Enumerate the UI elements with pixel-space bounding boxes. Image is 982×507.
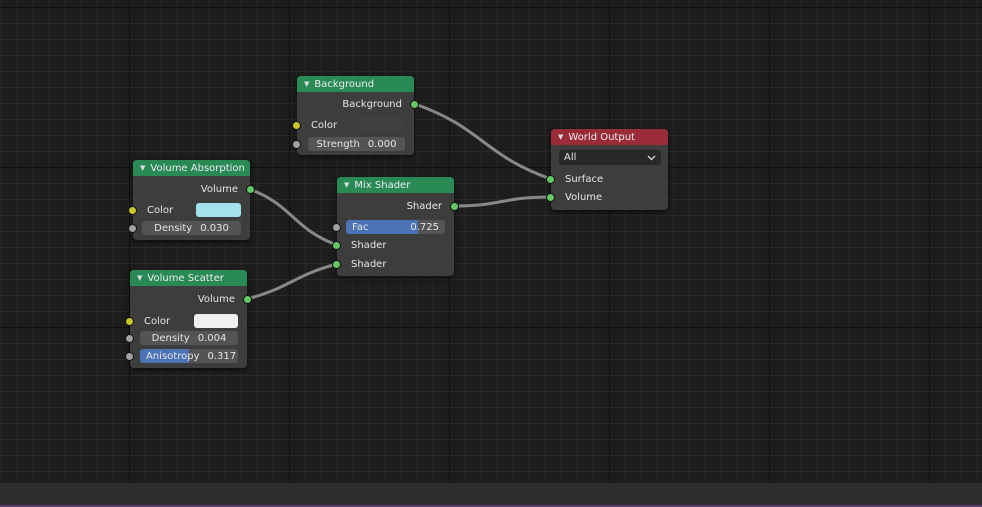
link-mix-to-volume: [453, 195, 552, 208]
input-socket[interactable]: [128, 206, 137, 215]
input-socket[interactable]: [332, 241, 341, 250]
color-swatch[interactable]: [194, 314, 238, 328]
triangle-down-icon[interactable]: ▼: [344, 181, 349, 189]
link-background-to-surface: [414, 102, 552, 181]
input-socket[interactable]: [292, 121, 301, 130]
input-row-strength: Strength 0.000: [292, 135, 414, 153]
output-socket[interactable]: [246, 185, 255, 194]
node-title: Volume Scatter: [147, 272, 224, 284]
dropdown-value: All: [564, 152, 577, 163]
socket-label: Shader: [406, 200, 442, 212]
field-label: Density: [151, 332, 190, 344]
color-swatch[interactable]: [359, 118, 404, 132]
input-socket[interactable]: [546, 175, 555, 184]
status-bar: [0, 483, 982, 507]
density-field[interactable]: Density 0.030: [142, 221, 241, 235]
node-volume-scatter[interactable]: ▼ Volume Scatter Volume Color Density 0.…: [125, 270, 252, 368]
node-header[interactable]: ▼ Volume Scatter: [130, 270, 247, 286]
node-title: World Output: [568, 131, 635, 143]
field-value: 0.725: [410, 221, 439, 233]
node-header[interactable]: ▼ Background: [297, 76, 414, 92]
socket-label: Volume: [565, 191, 603, 203]
field-value: 0.030: [200, 222, 229, 234]
socket-label: Shader: [351, 239, 387, 251]
socket-label: Volume: [200, 183, 238, 195]
density-field[interactable]: Density 0.004: [140, 331, 238, 345]
input-socket[interactable]: [125, 317, 134, 326]
input-row-volume: Volume: [546, 188, 668, 206]
input-row-density: Density 0.030: [128, 219, 250, 237]
input-row-shader-2: Shader: [332, 255, 454, 273]
field-label: Strength: [316, 138, 360, 150]
output-row: Background: [297, 95, 419, 113]
triangle-down-icon[interactable]: ▼: [137, 274, 142, 282]
socket-label: Color: [144, 315, 171, 327]
node-title: Background: [314, 78, 375, 90]
input-socket[interactable]: [125, 352, 134, 361]
input-socket[interactable]: [128, 224, 137, 233]
output-socket[interactable]: [410, 100, 419, 109]
node-header[interactable]: ▼ World Output: [551, 129, 668, 145]
input-row-anisotropy: Anisotropy 0.317: [125, 347, 247, 365]
node-links: [246, 102, 552, 301]
node-mix-shader[interactable]: ▼ Mix Shader Shader Fac 0.725 Shader Sha…: [332, 177, 459, 276]
triangle-down-icon[interactable]: ▼: [140, 164, 145, 172]
color-swatch[interactable]: [196, 203, 241, 217]
socket-label: Shader: [351, 258, 387, 270]
node-background[interactable]: ▼ Background Background Color Strength 0…: [292, 76, 419, 155]
output-row: Shader: [337, 197, 459, 215]
node-header[interactable]: ▼ Mix Shader: [337, 177, 454, 193]
field-label: Anisotropy: [146, 350, 200, 362]
input-row-color: Color: [292, 116, 414, 134]
anisotropy-slider[interactable]: Anisotropy 0.317: [140, 349, 238, 363]
field-label: Fac: [352, 221, 369, 233]
input-socket[interactable]: [332, 260, 341, 269]
node-volume-absorption[interactable]: ▼ Volume Absorption Volume Color Density…: [128, 160, 255, 240]
socket-label: Volume: [197, 293, 235, 305]
target-dropdown[interactable]: All: [559, 150, 661, 165]
node-title: Volume Absorption: [150, 162, 245, 174]
input-row-color: Color: [125, 312, 247, 330]
input-row-surface: Surface: [546, 170, 668, 188]
node-editor-canvas[interactable]: ▼ Background Background Color Strength 0…: [0, 0, 982, 483]
socket-label: Surface: [565, 173, 604, 185]
input-row-fac: Fac 0.725: [332, 218, 454, 236]
input-socket[interactable]: [546, 193, 555, 202]
field-value: 0.004: [197, 332, 227, 344]
input-row-density: Density 0.004: [125, 329, 247, 347]
field-value: 0.317: [207, 350, 237, 362]
triangle-down-icon[interactable]: ▼: [558, 133, 563, 141]
node-title: Mix Shader: [354, 179, 411, 191]
input-socket[interactable]: [125, 334, 134, 343]
output-row: Volume: [130, 290, 252, 308]
strength-field[interactable]: Strength 0.000: [308, 137, 405, 151]
chevron-down-icon: [647, 155, 656, 160]
output-row: Volume: [133, 180, 255, 198]
fac-slider[interactable]: Fac 0.725: [346, 220, 445, 234]
output-socket[interactable]: [450, 202, 459, 211]
node-header[interactable]: ▼ Volume Absorption: [133, 160, 250, 176]
node-world-output[interactable]: ▼ World Output All Surface Volume: [546, 129, 668, 210]
field-value: 0.000: [367, 138, 397, 150]
field-label: Density: [154, 222, 193, 234]
input-row-color: Color: [128, 201, 250, 219]
output-socket[interactable]: [243, 295, 252, 304]
socket-label: Background: [342, 98, 402, 110]
input-socket[interactable]: [332, 223, 341, 232]
link-scatter-to-mix: [246, 262, 338, 301]
socket-label: Color: [311, 119, 338, 131]
input-socket[interactable]: [292, 140, 301, 149]
input-row-shader-1: Shader: [332, 236, 454, 254]
link-absorption-to-mix: [248, 187, 338, 247]
triangle-down-icon[interactable]: ▼: [304, 80, 309, 88]
socket-label: Color: [147, 204, 174, 216]
